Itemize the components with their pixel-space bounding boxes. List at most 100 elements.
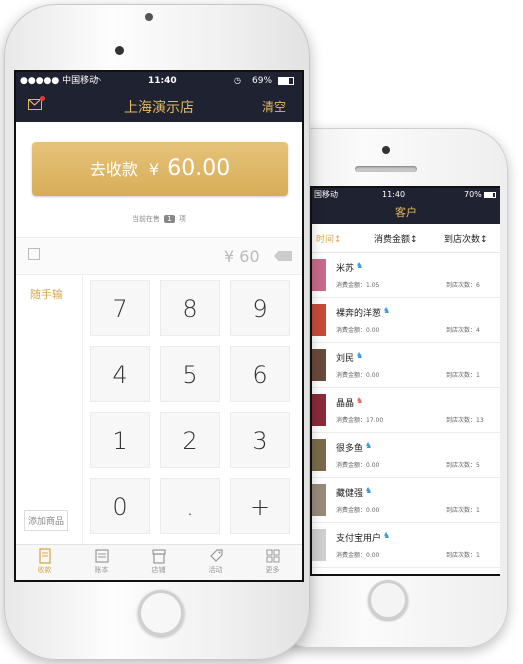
customer-row[interactable]: 很多鱼 ♞ 消费金额：0.00 到店次数：5 [312, 433, 500, 478]
front-phone-home-button[interactable] [138, 590, 184, 636]
key-6[interactable]: 6 [230, 346, 290, 402]
key-8[interactable]: 8 [160, 280, 220, 336]
checkout-screen: ●●●●● 中国移动 ◠ 11:40 ◷ 69% 上海演示店 清空 去收款 ¥ … [14, 70, 304, 582]
customer-avatar [312, 304, 326, 336]
tab-tag[interactable]: 活动 [187, 545, 244, 580]
clear-button[interactable]: 清空 [262, 98, 286, 115]
customer-row[interactable]: 支付宝用户 ♞ 消费金额：0.00 到店次数：1 [312, 523, 500, 568]
customer-avatar [312, 394, 326, 426]
on-sale-count-badge: 1 [164, 215, 175, 223]
on-sale-info: 当前在售 1 项 [132, 215, 186, 223]
collect-payment-button[interactable]: 去收款 ¥ 60.00 [32, 142, 288, 196]
page-title: 客户 [395, 206, 417, 219]
back-phone-camera [382, 146, 390, 154]
customer-row[interactable]: 刘民 ♞ 消费金额：0.00 到店次数：1 [312, 343, 500, 388]
customer-spend: 消费金额：0.00 [336, 327, 380, 334]
amount-display: ¥ 60 [224, 247, 260, 266]
person-icon: ♞ [356, 351, 364, 360]
time-label: 11:40 [148, 76, 177, 86]
customer-spend: 消费金额：0.00 [336, 507, 380, 514]
sort-visits[interactable]: 到店次数↕ [444, 232, 488, 245]
sort-arrows-icon: ↕ [334, 235, 342, 245]
customer-avatar [312, 439, 326, 471]
carrier-label: ●●●●● 中国移动 [20, 76, 99, 86]
person-icon: ♞ [356, 261, 364, 270]
customer-row[interactable]: 藏健强 ♞ 消费金额：0.00 到店次数：1 [312, 478, 500, 523]
amount-input-row[interactable]: ¥ 60 [16, 237, 302, 275]
tab-label: 收款 [37, 566, 52, 574]
cash-register-icon [38, 548, 51, 564]
customer-visits: 到店次数：6 [446, 282, 480, 289]
key-2[interactable]: 2 [160, 412, 220, 468]
customer-avatar [312, 349, 326, 381]
key-plus[interactable]: + [230, 478, 290, 534]
front-phone-camera [115, 46, 124, 55]
key-1[interactable]: 1 [90, 412, 150, 468]
customer-list: 米苏 ♞ 消费金额：1.05 到店次数：6 裸奔的洋葱 ♞ 消费金额：0.00 到店次数：4 刘… [312, 253, 500, 568]
store-icon [151, 549, 166, 564]
tab-store[interactable]: 店铺 [130, 545, 187, 580]
customer-avatar [312, 259, 326, 291]
quick-input-tab[interactable]: 随手输 [30, 286, 63, 302]
tab-ledger[interactable]: 账本 [73, 545, 130, 580]
battery-label: 69% [252, 76, 273, 86]
status-bar: ●●●●● 中国移动 ◠ 11:40 ◷ 69% [16, 72, 302, 90]
customer-avatar [312, 484, 326, 516]
customer-name: 米苏 [336, 264, 355, 274]
battery-icon [484, 192, 496, 198]
key-5[interactable]: 5 [160, 346, 220, 402]
customer-visits: 到店次数：1 [446, 372, 480, 379]
key-9[interactable]: 9 [230, 280, 290, 336]
edit-icon[interactable] [28, 248, 40, 260]
carrier-label: 国移动 [314, 190, 338, 199]
customer-name: 支付宝用户 [336, 534, 382, 544]
customer-row[interactable]: 米苏 ♞ 消费金额：1.05 到店次数：6 [312, 253, 500, 298]
tab-label: 更多 [265, 566, 280, 574]
customer-name: 很多鱼 [336, 444, 364, 454]
tab-label: 活动 [208, 566, 223, 574]
customer-spend: 消费金额：0.00 [336, 462, 380, 469]
customer-avatar [312, 529, 326, 561]
battery-icon [278, 77, 294, 85]
ledger-icon [94, 549, 109, 563]
sort-arrows-icon: ↕ [410, 235, 418, 245]
key-3[interactable]: 3 [230, 412, 290, 468]
nav-bar: 客户 [312, 202, 500, 224]
quick-input-panel: 随手输 添加商品 [16, 274, 83, 544]
back-phone-speaker [355, 166, 417, 172]
customer-visits: 到店次数：13 [446, 417, 484, 424]
customer-name: 刘民 [336, 354, 355, 364]
tab-label: 账本 [94, 566, 109, 574]
customer-row[interactable]: 裸奔的洋葱 ♞ 消费金额：0.00 到店次数：4 [312, 298, 500, 343]
tag-icon [209, 549, 223, 562]
customer-spend: 消费金额：1.05 [336, 282, 380, 289]
wifi-icon: ◠ [94, 76, 101, 85]
customer-row[interactable]: 晶晶 ♞ 消费金额：17.00 到店次数：13 [312, 388, 500, 433]
sort-bar: 时间↕ 消费金额↕ 到店次数↕ [312, 224, 500, 253]
customer-name: 裸奔的洋葱 [336, 309, 382, 319]
customer-spend: 消费金额：0.00 [336, 552, 380, 559]
key-dot[interactable]: . [160, 478, 220, 534]
battery-label: 70% [464, 190, 482, 199]
tab-cash-register[interactable]: 收款 [16, 545, 73, 580]
key-4[interactable]: 4 [90, 346, 150, 402]
page-title: 上海演示店 [124, 100, 194, 116]
person-icon: ♞ [356, 396, 364, 405]
tab-grid[interactable]: 更多 [244, 545, 301, 580]
key-0[interactable]: 0 [90, 478, 150, 534]
sort-time[interactable]: 时间↕ [316, 232, 342, 245]
customer-name: 藏健强 [336, 489, 364, 499]
person-icon: ♞ [365, 441, 373, 450]
sort-spend[interactable]: 消费金额↕ [374, 232, 418, 245]
person-icon: ♞ [383, 531, 391, 540]
back-phone-home-button[interactable] [368, 580, 408, 620]
add-product-button[interactable]: 添加商品 [24, 510, 69, 531]
customer-visits: 到店次数：5 [446, 462, 480, 469]
tab-bar: 收款 账本 店铺 活动 更多 [16, 544, 302, 580]
customer-visits: 到店次数：1 [446, 552, 480, 559]
grid-icon [266, 549, 279, 563]
key-7[interactable]: 7 [90, 280, 150, 336]
person-icon: ♞ [383, 306, 391, 315]
pay-amount: 60.00 [167, 156, 231, 181]
backspace-icon[interactable] [274, 251, 292, 261]
